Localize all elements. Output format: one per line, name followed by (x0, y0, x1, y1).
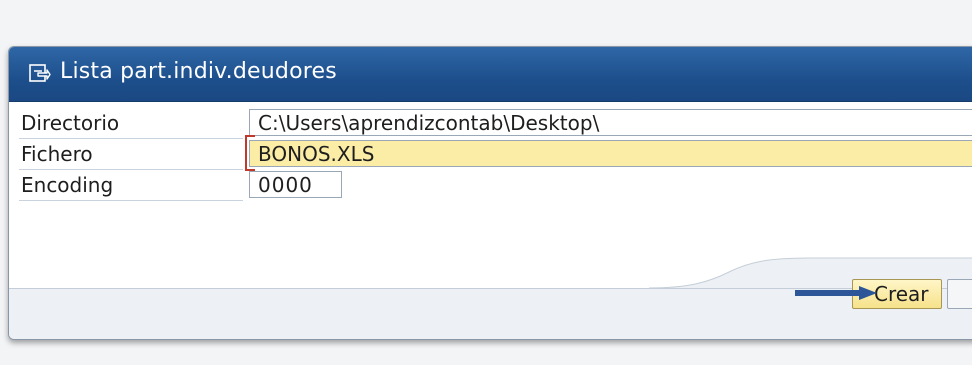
form-row-directorio: Directorio C:\Users\aprendizcontab\Deskt… (9, 108, 972, 139)
directorio-label: Directorio (19, 108, 243, 139)
form-area: Directorio C:\Users\aprendizcontab\Deskt… (9, 102, 972, 252)
dialog-title: Lista part.indiv.deudores (60, 59, 337, 84)
fichero-input[interactable]: BONOS.XLS (249, 140, 972, 167)
right-arrow-annotation (795, 286, 877, 300)
form-row-fichero: Fichero BONOS.XLS (9, 139, 972, 170)
adjacent-button-partial[interactable] (947, 279, 972, 309)
directorio-input[interactable]: C:\Users\aprendizcontab\Desktop\ (249, 109, 972, 136)
required-field-marker (245, 135, 257, 171)
encoding-label: Encoding (19, 170, 243, 201)
encoding-input[interactable]: 0000 (249, 171, 342, 198)
form-row-encoding: Encoding 0000 (9, 170, 972, 201)
dialog-titlebar: Lista part.indiv.deudores (9, 47, 972, 102)
execute-arrow-icon (29, 64, 51, 82)
fichero-label: Fichero (19, 139, 243, 170)
